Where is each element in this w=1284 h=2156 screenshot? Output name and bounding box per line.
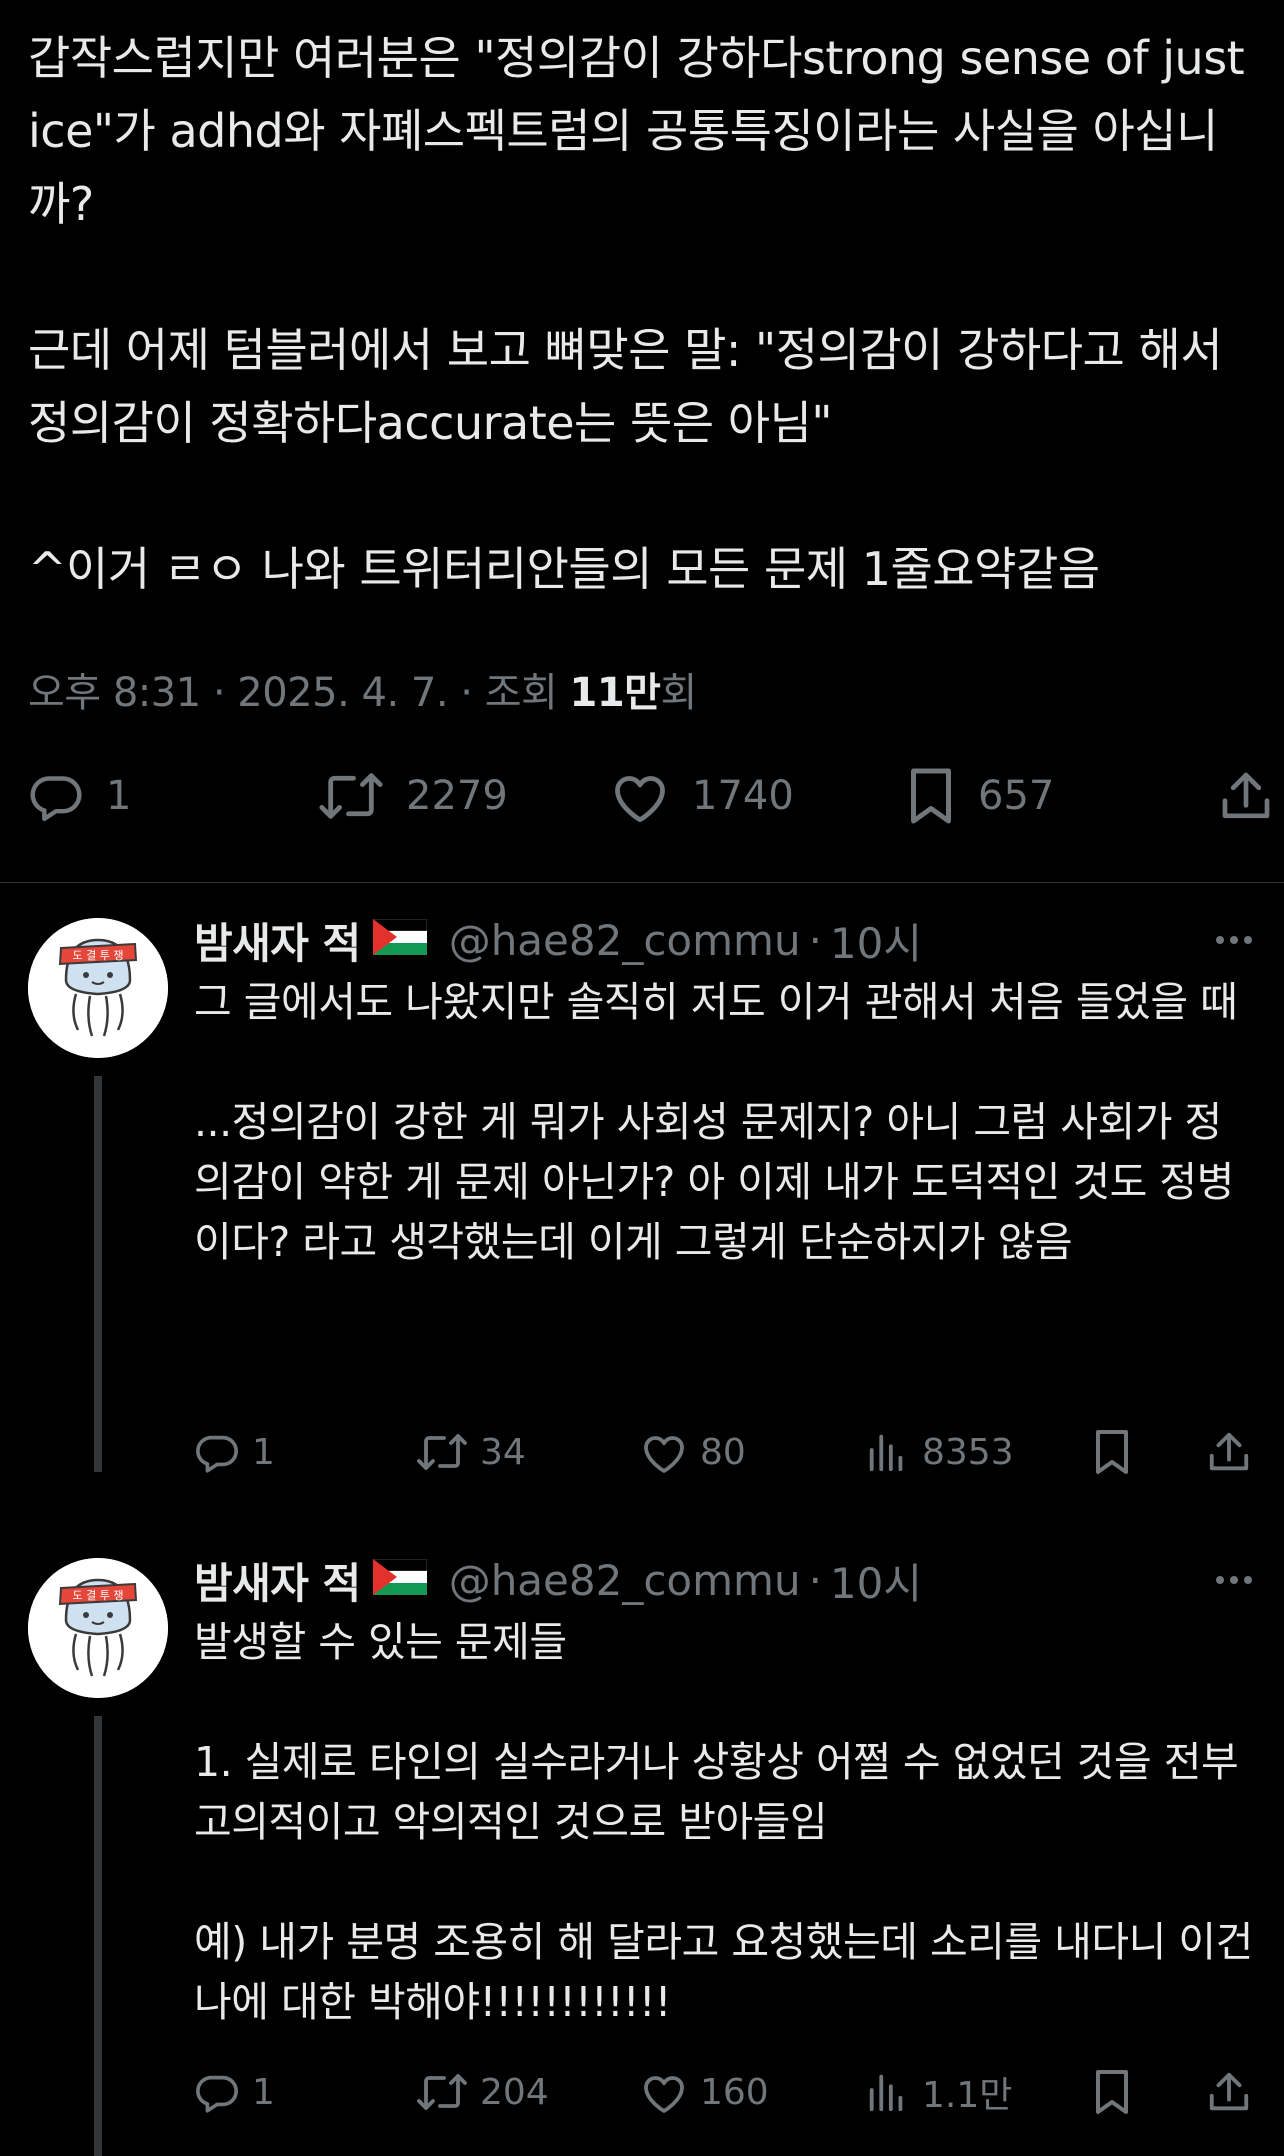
- views-button[interactable]: 8353: [864, 1424, 1014, 1480]
- palestine-flag-icon: [372, 916, 428, 965]
- heart-icon: [615, 776, 665, 823]
- svg-text:도 결 투 쟁: 도 결 투 쟁: [73, 949, 124, 962]
- bookmark-button[interactable]: 657: [906, 766, 1054, 826]
- reply-count: 1: [252, 1431, 275, 1473]
- repost-icon: [417, 2074, 467, 2110]
- palestine-flag-icon: [372, 1556, 428, 1605]
- reply-header: 밤새자 적 @hae82_commu · 10시: [194, 1550, 1256, 1610]
- share-icon: [1209, 2072, 1249, 2111]
- reply-icon: [30, 776, 82, 822]
- reply-action-bar: 1 34 80 8353: [194, 1424, 1256, 1480]
- avatar[interactable]: 도 결 투 쟁: [28, 1558, 168, 1698]
- repost-count: 2279: [406, 773, 508, 819]
- like-button[interactable]: 80: [640, 1424, 746, 1480]
- analytics-icon: [869, 2074, 903, 2112]
- share-icon: [1222, 772, 1270, 819]
- more-options-icon[interactable]: [1212, 918, 1256, 972]
- repost-count: 34: [480, 1431, 526, 1473]
- share-button[interactable]: [1218, 766, 1274, 826]
- user-handle[interactable]: @hae82_commu: [449, 916, 801, 965]
- reply-header: 밤새자 적 @hae82_commu · 10시: [194, 910, 1256, 970]
- reply-count: 1: [252, 2071, 275, 2113]
- like-button[interactable]: 1740: [610, 766, 794, 826]
- display-name[interactable]: 밤새자 적: [194, 910, 361, 971]
- share-button[interactable]: [1206, 1424, 1252, 1480]
- reply-time[interactable]: 10시: [830, 910, 922, 971]
- post-meta: 오후 8:31 · 2025. 4. 7. · 조회 11만회: [28, 668, 1256, 718]
- jellyfish-avatar-icon: 도 결 투 쟁: [28, 1558, 168, 1698]
- bookmark-icon: [1096, 2070, 1128, 2114]
- reply-text: 발생할 수 있는 문제들 1. 실제로 타인의 실수라거나 상황상 어쩔 수 없…: [194, 1618, 1253, 2026]
- post-time-date[interactable]: 오후 8:31 · 2025. 4. 7. · 조회: [28, 670, 570, 716]
- like-count: 80: [700, 1431, 746, 1473]
- post-text: 갑작스럽지만 여러분은 "정의감이 강하다strong sense of jus…: [28, 31, 1245, 596]
- thread-line: [94, 1716, 102, 2156]
- main-post: 갑작스럽지만 여러분은 "정의감이 강하다strong sense of jus…: [0, 0, 1284, 826]
- display-name[interactable]: 밤새자 적: [194, 1550, 361, 1611]
- post-view-count: 11만: [569, 670, 661, 716]
- reply-count: 1: [106, 773, 132, 819]
- reply-text: 그 글에서도 나왔지만 솔직히 저도 이거 관해서 처음 들었을 때 ...정의…: [194, 978, 1238, 1266]
- reply-button[interactable]: 1: [194, 2064, 275, 2120]
- thread-line: [94, 1076, 102, 1472]
- repost-button[interactable]: 2279: [318, 766, 508, 826]
- repost-button[interactable]: 204: [416, 2064, 549, 2120]
- repost-button[interactable]: 34: [416, 1424, 526, 1480]
- view-count: 1.1만: [922, 2075, 1013, 2116]
- user-handle[interactable]: @hae82_commu: [449, 1556, 801, 1605]
- reply-button[interactable]: 1: [28, 766, 131, 826]
- bookmark-icon: [1096, 1430, 1128, 1474]
- reply-icon: [196, 1435, 238, 1473]
- reply-button[interactable]: 1: [194, 1424, 275, 1480]
- avatar[interactable]: 도 결 투 쟁: [28, 918, 168, 1058]
- reply-time[interactable]: 10시: [830, 1550, 922, 1611]
- svg-text:도 결 투 쟁: 도 결 투 쟁: [73, 1589, 124, 1602]
- bookmark-count: 657: [978, 773, 1055, 819]
- section-divider: [0, 882, 1284, 883]
- like-count: 160: [700, 2071, 769, 2113]
- separator-dot: ·: [808, 1555, 822, 1605]
- heart-icon: [644, 1436, 684, 1473]
- bookmark-button[interactable]: [1092, 1424, 1132, 1480]
- views-button[interactable]: 1.1만: [864, 2064, 1012, 2120]
- bookmark-button[interactable]: [1092, 2064, 1132, 2120]
- share-icon: [1209, 1432, 1249, 1471]
- repost-icon: [319, 773, 383, 819]
- like-button[interactable]: 160: [640, 2064, 769, 2120]
- share-button[interactable]: [1206, 2064, 1252, 2120]
- more-options-icon[interactable]: [1212, 1558, 1256, 1612]
- analytics-icon: [869, 1434, 903, 1472]
- repost-count: 204: [480, 2071, 549, 2113]
- separator-dot: ·: [808, 915, 822, 965]
- repost-icon: [417, 1434, 467, 1470]
- jellyfish-avatar-icon: 도 결 투 쟁: [28, 918, 168, 1058]
- reply-icon: [196, 2075, 238, 2113]
- reply-action-bar: 1 204 160 1.1만: [194, 2064, 1256, 2120]
- post-view-suffix: 회: [660, 670, 697, 716]
- like-count: 1740: [692, 773, 794, 819]
- view-count: 8353: [922, 1431, 1014, 1473]
- post-action-bar: 1 2279 1740 657: [28, 766, 1270, 826]
- heart-icon: [644, 2076, 684, 2113]
- bookmark-icon: [911, 768, 951, 824]
